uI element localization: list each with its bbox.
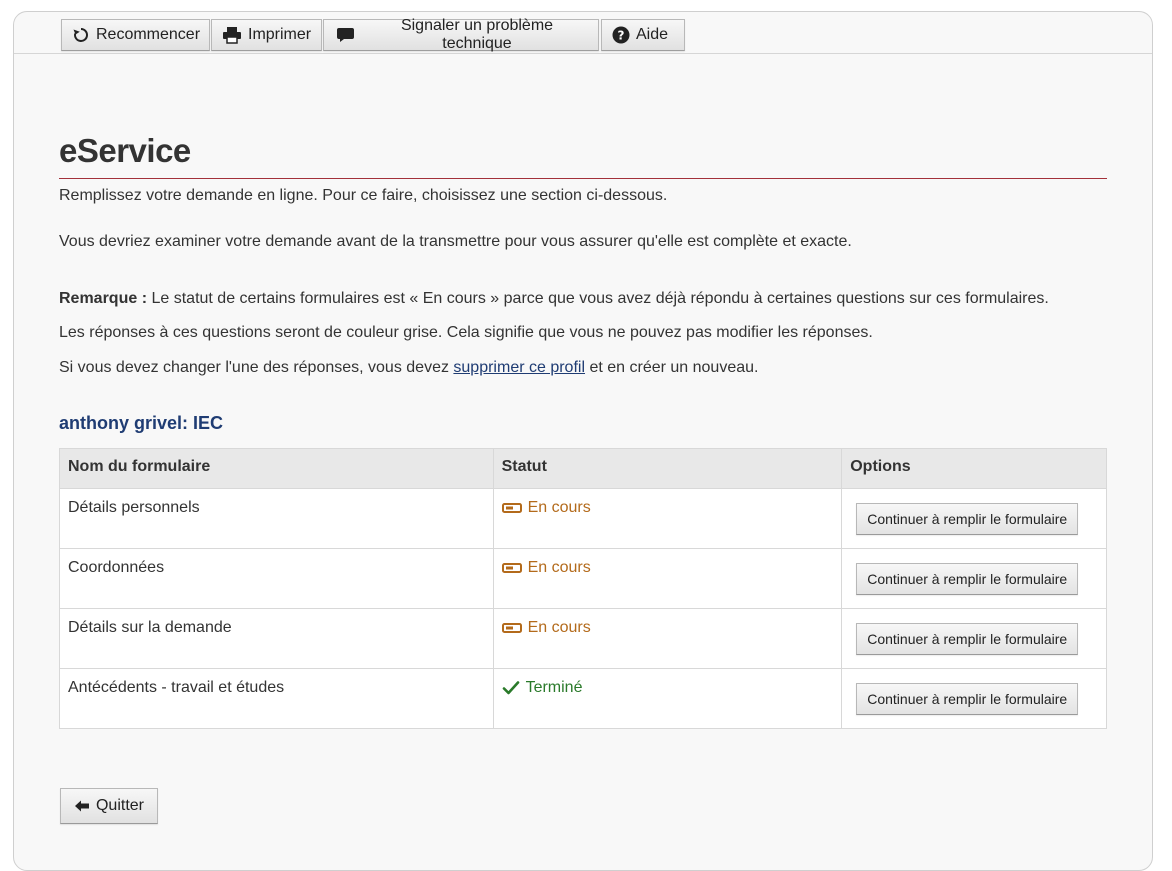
forms-table: Nom du formulaire Statut Options Détails… [59,448,1107,729]
restart-label: Recommencer [96,26,201,43]
toolbar: Recommencer Imprimer Signaler un problèm… [14,12,1152,54]
svg-text:?: ? [618,29,625,43]
form-name-cell: Détails personnels [59,488,494,549]
title-divider [59,178,1107,179]
options-cell: Continuer à remplir le formulaire [841,488,1107,549]
progress-bar-icon [501,503,522,513]
print-button[interactable]: Imprimer [211,19,322,51]
quit-label: Quitter [95,797,144,814]
change-note: Si vous devez changer l'une des réponses… [59,359,758,377]
quit-button[interactable]: Quitter [60,788,158,824]
print-label: Imprimer [248,26,312,43]
report-problem-button[interactable]: Signaler un problème technique [323,17,599,52]
header-form-name: Nom du formulaire [59,448,494,489]
progress-bar-icon [501,563,522,573]
form-name-cell: Antécédents - travail et études [59,668,494,729]
continue-form-button[interactable]: Continuer à remplir le formulaire [856,623,1079,655]
status-text: En cours [527,619,591,636]
printer-icon [223,27,241,44]
table-row: Détails sur la demande En cours Continue… [59,608,1107,669]
intro-text: Remplissez votre demande en ligne. Pour … [59,187,668,204]
table-row: Détails personnels En cours Continuer à … [59,488,1107,549]
form-name-cell: Détails sur la demande [59,608,494,669]
change-note-after: et en créer un nouveau. [585,359,759,376]
continue-form-button[interactable]: Continuer à remplir le formulaire [856,563,1079,595]
report-problem-label: Signaler un problème technique [400,17,554,52]
continue-form-button[interactable]: Continuer à remplir le formulaire [856,503,1079,535]
review-note: Vous devriez examiner votre demande avan… [59,233,852,250]
table-header-row: Nom du formulaire Statut Options [59,448,1107,489]
status-badge: En cours [501,559,591,577]
header-options: Options [841,448,1107,489]
table-row: Antécédents - travail et études Terminé … [59,668,1107,729]
help-button[interactable]: ? Aide [601,19,685,51]
profile-name: anthony grivel: IEC [59,413,224,433]
page-title: eService [59,132,191,169]
options-cell: Continuer à remplir le formulaire [841,548,1107,609]
status-badge: Terminé [502,679,583,697]
question-circle-icon: ? [612,26,630,44]
continue-form-button[interactable]: Continuer à remplir le formulaire [856,683,1079,715]
status-badge: En cours [501,499,591,517]
header-status: Statut [492,448,843,489]
status-text: En cours [527,559,591,576]
status-text: En cours [527,499,591,516]
status-cell: En cours [492,548,843,609]
remark-label: Remarque : [59,290,148,307]
options-cell: Continuer à remplir le formulaire [841,608,1107,669]
change-note-before: Si vous devez changer l'une des réponses… [59,359,454,376]
options-cell: Continuer à remplir le formulaire [841,668,1107,729]
remark-paragraph: Remarque : Le statut de certains formula… [59,290,1049,308]
delete-profile-link[interactable]: supprimer ce profil [453,359,585,376]
checkmark-icon [502,681,519,695]
status-badge: En cours [501,619,591,637]
restart-button[interactable]: Recommencer [61,19,210,51]
restart-icon [73,28,88,42]
arrow-left-icon [74,800,89,812]
grey-answers-note: Les réponses à ces questions seront de c… [59,324,873,341]
help-label: Aide [636,26,669,43]
status-cell: En cours [492,488,843,549]
status-text: Terminé [525,679,583,696]
speech-bubble-icon [337,28,354,42]
form-name-cell: Coordonnées [59,548,494,609]
progress-bar-icon [501,623,522,633]
status-cell: Terminé [492,668,843,729]
remark-text: Le statut de certains formulaires est « … [147,290,1049,307]
status-cell: En cours [492,608,843,669]
table-row: Coordonnées En cours Continuer à remplir… [59,548,1107,609]
